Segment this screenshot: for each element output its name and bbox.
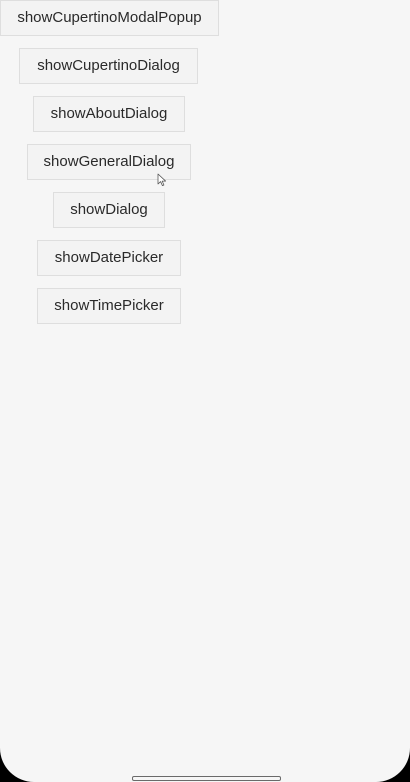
- mouse-pointer-icon: [157, 173, 166, 186]
- home-indicator: [132, 776, 281, 781]
- show-date-picker-button[interactable]: showDatePicker: [37, 240, 181, 276]
- app-screen: showCupertinoModalPopup showCupertinoDia…: [0, 0, 410, 782]
- show-dialog-button[interactable]: showDialog: [53, 192, 165, 228]
- show-cupertino-dialog-button[interactable]: showCupertinoDialog: [19, 48, 198, 84]
- show-time-picker-button[interactable]: showTimePicker: [37, 288, 181, 324]
- show-cupertino-modal-popup-button[interactable]: showCupertinoModalPopup: [0, 0, 219, 36]
- show-about-dialog-button[interactable]: showAboutDialog: [33, 96, 185, 132]
